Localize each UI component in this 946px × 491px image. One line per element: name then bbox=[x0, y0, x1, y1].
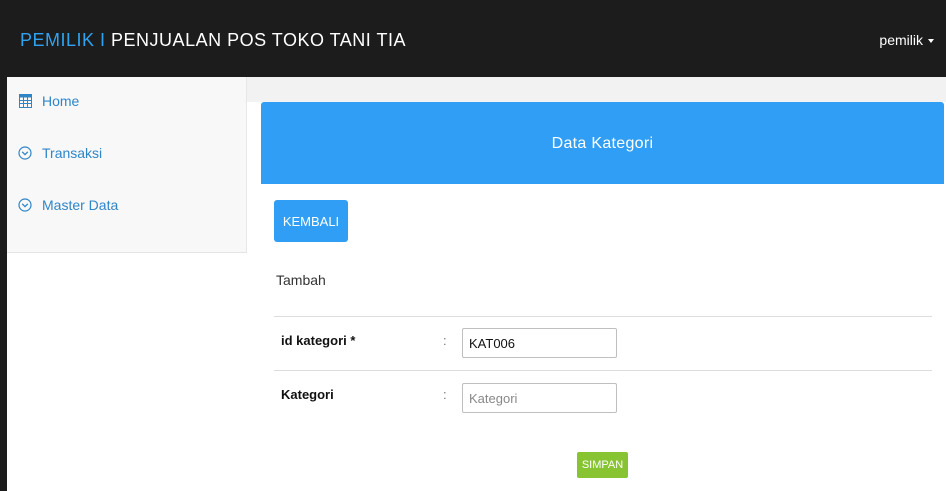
sidebar-item-home[interactable]: Home bbox=[17, 90, 79, 112]
user-menu-dropdown[interactable]: pemilik bbox=[879, 32, 934, 48]
id-kategori-input[interactable] bbox=[462, 328, 617, 358]
table-icon bbox=[17, 93, 33, 109]
chevron-circle-icon bbox=[17, 197, 33, 213]
field-colon: : bbox=[443, 333, 447, 348]
sidebar-item-transaksi[interactable]: Transaksi bbox=[17, 142, 102, 164]
caret-down-icon bbox=[928, 39, 934, 44]
save-button[interactable]: SIMPAN bbox=[577, 452, 628, 478]
field-colon: : bbox=[443, 387, 447, 402]
top-navbar: PEMILIK I PENJUALAN POS TOKO TANI TIA pe… bbox=[0, 0, 946, 77]
app-brand[interactable]: PEMILIK I PENJUALAN POS TOKO TANI TIA bbox=[20, 30, 406, 51]
panel-title: Data Kategori bbox=[551, 135, 654, 152]
kategori-label: Kategori bbox=[281, 387, 334, 402]
sidebar-item-label: Master Data bbox=[42, 197, 119, 213]
sidebar-item-label: Transaksi bbox=[42, 145, 103, 161]
chevron-circle-icon bbox=[17, 145, 33, 161]
back-button[interactable]: KEMBALI bbox=[274, 200, 348, 242]
panel-heading: Data Kategori bbox=[261, 102, 944, 184]
divider bbox=[274, 316, 932, 317]
brand-separator: I bbox=[94, 30, 112, 50]
divider bbox=[274, 370, 932, 371]
sidebar: Home Transaksi Master Data bbox=[7, 77, 247, 253]
left-edge-bar bbox=[0, 77, 7, 491]
user-menu-label: pemilik bbox=[879, 32, 923, 48]
brand-title: PENJUALAN POS TOKO TANI TIA bbox=[111, 30, 406, 50]
content-top-strip bbox=[247, 77, 946, 102]
form-section-title: Tambah bbox=[276, 272, 326, 288]
sidebar-item-label: Home bbox=[42, 93, 80, 109]
sidebar-item-master-data[interactable]: Master Data bbox=[17, 194, 118, 216]
page: PEMILIK I PENJUALAN POS TOKO TANI TIA pe… bbox=[0, 0, 946, 491]
kategori-input[interactable] bbox=[462, 383, 617, 413]
brand-role: PEMILIK bbox=[20, 30, 95, 50]
id-kategori-label: id kategori * bbox=[281, 333, 356, 348]
